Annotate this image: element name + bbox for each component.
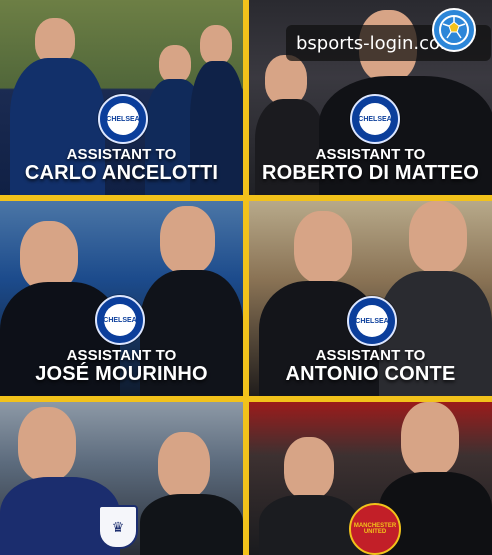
caption-small: ASSISTANT TO	[315, 146, 426, 163]
chelsea-crest-icon: CHELSEA	[347, 296, 397, 346]
caption-tile-3: ASSISTANT TO JOSÉ MOURINHO	[0, 347, 243, 386]
person-right	[140, 432, 243, 555]
chelsea-crest-icon: CHELSEA	[350, 94, 400, 144]
tile-carlo-ancelotti: CHELSEA ASSISTANT TO CARLO ANCELOTTI	[0, 0, 243, 195]
tile-jose-mourinho: CHELSEA ASSISTANT TO JOSÉ MOURINHO	[0, 201, 243, 396]
person-left	[259, 437, 359, 555]
caption-big: JOSÉ MOURINHO	[35, 363, 208, 385]
chelsea-crest-icon: CHELSEA	[98, 94, 148, 144]
caption-small: ASSISTANT TO	[66, 146, 177, 163]
caption-small: ASSISTANT TO	[315, 347, 426, 364]
caption-big: ROBERTO DI MATTEO	[261, 162, 480, 184]
caption-tile-2: ASSISTANT TO ROBERTO DI MATTEO	[249, 146, 492, 185]
three-lions-icon: ♛	[111, 518, 125, 535]
photo-collage: CHELSEA ASSISTANT TO CARLO ANCELOTTI CHE…	[0, 0, 492, 555]
caption-small: ASSISTANT TO	[66, 347, 177, 364]
caption-big: ANTONIO CONTE	[285, 363, 456, 385]
tile-antonio-conte: CHELSEA ASSISTANT TO ANTONIO CONTE	[249, 201, 492, 396]
soccer-ball-svg	[439, 15, 469, 45]
caption-tile-4: ASSISTANT TO ANTONIO CONTE	[249, 347, 492, 386]
caption-big: CARLO ANCELOTTI	[24, 162, 219, 184]
england-crest-icon: ♛	[98, 505, 138, 549]
chelsea-crest-icon: CHELSEA	[95, 295, 145, 345]
manchester-united-crest-icon: MANCHESTER UNITED	[349, 503, 401, 555]
soccer-ball-icon	[432, 8, 476, 52]
caption-tile-1: ASSISTANT TO CARLO ANCELOTTI	[0, 146, 243, 185]
